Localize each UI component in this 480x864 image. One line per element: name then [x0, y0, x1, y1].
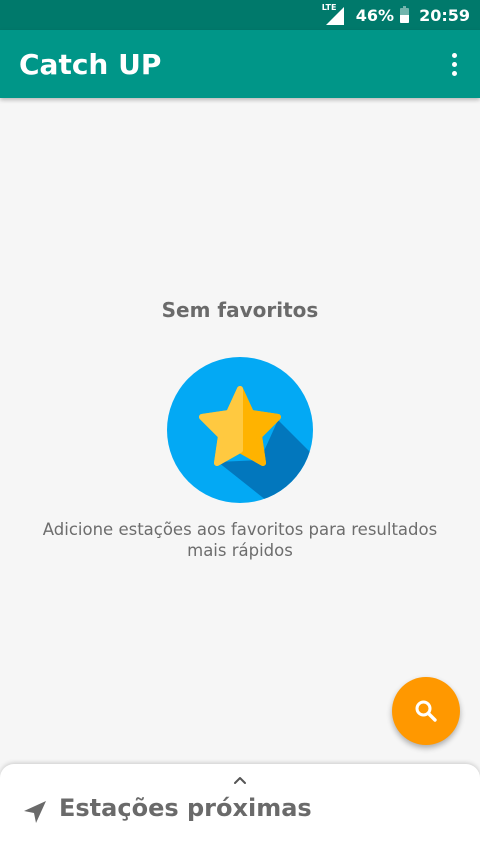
empty-state-title: Sem favoritos — [161, 298, 319, 322]
signal-icon: LTE — [321, 3, 344, 25]
status-bar: LTE 46% 20:59 — [0, 0, 480, 30]
star-icon — [166, 356, 314, 504]
more-vert-icon[interactable] — [442, 46, 466, 82]
battery-icon — [400, 6, 410, 23]
app-bar: Catch UP — [0, 30, 480, 98]
search-icon — [415, 700, 437, 722]
chevron-up-icon[interactable] — [232, 772, 248, 786]
navigation-arrow-icon — [22, 799, 48, 825]
clock: 20:59 — [419, 5, 470, 25]
network-type: LTE — [321, 3, 337, 12]
app-title: Catch UP — [19, 47, 162, 81]
battery-percent: 46% — [355, 5, 395, 25]
bottom-sheet-title[interactable]: Estações próximas — [59, 794, 312, 822]
empty-state-message: Adicione estações aos favoritos para res… — [42, 520, 438, 560]
search-button[interactable] — [392, 677, 460, 745]
